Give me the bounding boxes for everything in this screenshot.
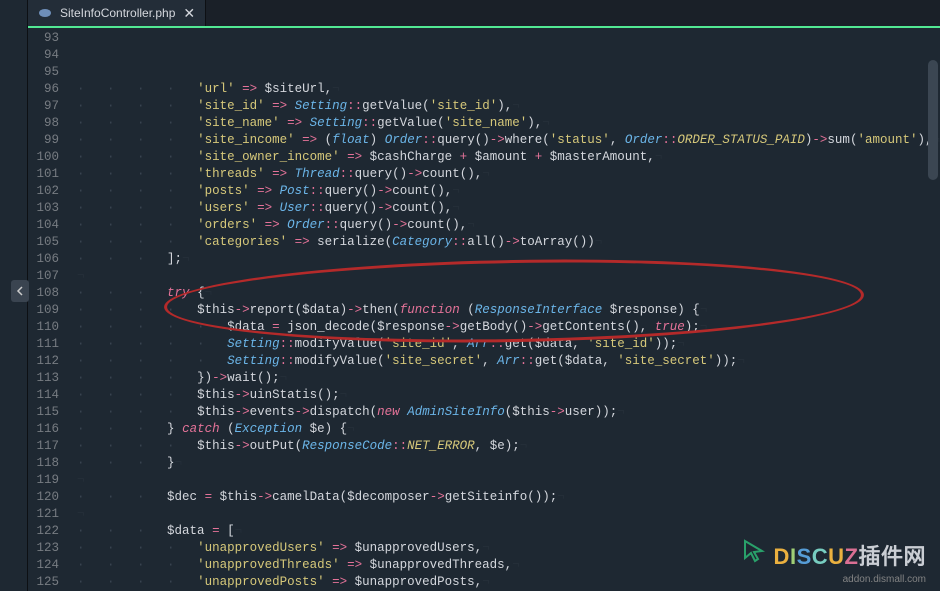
- code-line: · · · · 'site_id' => Setting::getValue('…: [77, 98, 940, 115]
- code-line: · · · · })->wait();¬: [77, 370, 940, 387]
- line-number: 97: [28, 98, 59, 115]
- code-line: · · · · $this->uinStatis();¬: [77, 387, 940, 404]
- line-number: 112: [28, 353, 59, 370]
- line-number: 106: [28, 251, 59, 268]
- line-number: 110: [28, 319, 59, 336]
- code-line: · · · $dec = $this->camelData($decompose…: [77, 489, 940, 506]
- tab-bar: SiteInfoController.php ✕: [28, 0, 940, 28]
- line-number: 111: [28, 336, 59, 353]
- code-editor[interactable]: 9394959697989910010110210310410510610710…: [28, 30, 940, 591]
- code-line: · · · }¬: [77, 455, 940, 472]
- code-line: · · · ];¬: [77, 251, 940, 268]
- line-number: 121: [28, 506, 59, 523]
- line-number: 116: [28, 421, 59, 438]
- code-line: · · · } catch (Exception $e) {¬: [77, 421, 940, 438]
- line-number: 118: [28, 455, 59, 472]
- line-number: 120: [28, 489, 59, 506]
- code-line: · · · · 'site_income' => (float) Order::…: [77, 132, 940, 149]
- line-number: 93: [28, 30, 59, 47]
- line-number: 113: [28, 370, 59, 387]
- line-number: 114: [28, 387, 59, 404]
- line-number: 119: [28, 472, 59, 489]
- tab-active[interactable]: SiteInfoController.php ✕: [28, 0, 206, 26]
- line-number: 102: [28, 183, 59, 200]
- code-line: · · · · · Setting::modifyValue('site_id'…: [77, 336, 940, 353]
- line-number: 115: [28, 404, 59, 421]
- code-line: · · · · 'site_name' => Setting::getValue…: [77, 115, 940, 132]
- cursor-icon: [742, 538, 768, 571]
- close-icon[interactable]: ✕: [183, 5, 195, 22]
- code-line: · · · · $this->report($data)->then(funct…: [77, 302, 940, 319]
- line-number: 105: [28, 234, 59, 251]
- line-number: 109: [28, 302, 59, 319]
- line-number: 103: [28, 200, 59, 217]
- code-line: · · · · $this->outPut(ResponseCode::NET_…: [77, 438, 940, 455]
- code-line: ¬: [77, 472, 940, 489]
- line-number: 122: [28, 523, 59, 540]
- vertical-scrollbar[interactable]: [928, 60, 938, 180]
- watermark: DISCUZ插件网 addon.dismall.com: [742, 538, 926, 571]
- panel-fold-handle[interactable]: [11, 280, 29, 302]
- line-number: 99: [28, 132, 59, 149]
- line-number: 104: [28, 217, 59, 234]
- line-number: 117: [28, 438, 59, 455]
- code-line: · · · · 'categories' => serialize(Catego…: [77, 234, 940, 251]
- code-line: · · · · 'users' => User::query()->count(…: [77, 200, 940, 217]
- line-number: 125: [28, 574, 59, 591]
- tab-filename: SiteInfoController.php: [60, 6, 175, 20]
- line-number: 108: [28, 285, 59, 302]
- php-file-icon: [38, 6, 52, 20]
- code-line: · · · · · Setting::modifyValue('site_sec…: [77, 353, 940, 370]
- chevron-left-icon: [15, 286, 25, 296]
- line-number: 94: [28, 47, 59, 64]
- code-line: · · · · 'orders' => Order::query()->coun…: [77, 217, 940, 234]
- code-line: · · · · 'threads' => Thread::query()->co…: [77, 166, 940, 183]
- code-line: · · · · 'site_owner_income' => $cashChar…: [77, 149, 940, 166]
- line-number-gutter: 9394959697989910010110210310410510610710…: [28, 30, 69, 591]
- code-line: ¬: [77, 268, 940, 285]
- line-number: 107: [28, 268, 59, 285]
- watermark-text: DISCUZ插件网: [774, 539, 926, 571]
- code-line: · · · · 'url' => $siteUrl,¬: [77, 81, 940, 98]
- line-number: 123: [28, 540, 59, 557]
- code-area[interactable]: · · · · 'url' => $siteUrl,¬· · · · 'site…: [69, 30, 940, 591]
- code-line: · · · · 'posts' => Post::query()->count(…: [77, 183, 940, 200]
- line-number: 101: [28, 166, 59, 183]
- line-number: 96: [28, 81, 59, 98]
- code-line: · · · try {¬: [77, 285, 940, 302]
- code-line: ¬: [77, 506, 940, 523]
- code-line: · · · · $this->events->dispatch(new Admi…: [77, 404, 940, 421]
- watermark-sub: addon.dismall.com: [843, 574, 926, 585]
- line-number: 98: [28, 115, 59, 132]
- code-line: · · · · · $data = json_decode($response-…: [77, 319, 940, 336]
- line-number: 100: [28, 149, 59, 166]
- line-number: 124: [28, 557, 59, 574]
- line-number: 95: [28, 64, 59, 81]
- code-line: · · · · 'unapprovedPosts' => $unapproved…: [77, 574, 940, 591]
